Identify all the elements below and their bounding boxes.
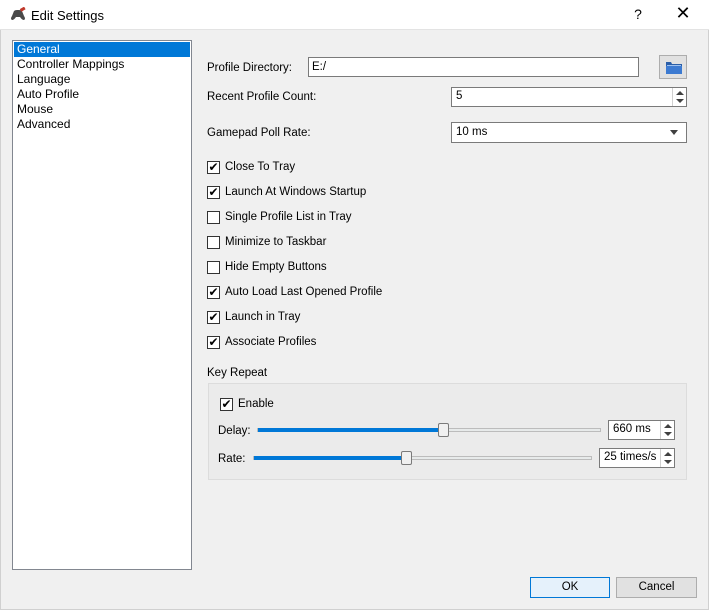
rate-slider-handle[interactable]	[401, 451, 412, 465]
spin-down-icon[interactable]	[664, 432, 672, 436]
spin-up-icon[interactable]	[664, 452, 672, 456]
gamepad-poll-rate-value: 10 ms	[456, 126, 488, 138]
browse-folder-button[interactable]	[659, 55, 687, 79]
checkbox-box[interactable]: ✔	[207, 286, 220, 299]
recent-profile-count-label: Recent Profile Count:	[207, 91, 317, 103]
checkbox-box[interactable]: ✔	[207, 186, 220, 199]
checkbox-box[interactable]	[207, 236, 220, 249]
recent-profile-count-spinbox[interactable]: 5	[451, 87, 687, 107]
spin-down-icon[interactable]	[664, 460, 672, 464]
checkbox-box[interactable]: ✔	[207, 161, 220, 174]
checkbox-label: Close To Tray	[225, 161, 296, 173]
delay-slider-handle[interactable]	[438, 423, 449, 437]
nav-item-mouse[interactable]: Mouse	[14, 102, 190, 117]
ok-button[interactable]: OK	[530, 577, 610, 598]
gamepad-poll-rate-label: Gamepad Poll Rate:	[207, 127, 311, 139]
checkbox-label: Enable	[238, 398, 274, 410]
rate-slider-track[interactable]	[253, 456, 592, 460]
key-repeat-group-title: Key Repeat	[207, 367, 268, 379]
delay-label: Delay:	[218, 425, 251, 437]
delay-value: 660 ms	[613, 423, 651, 435]
gamepad-poll-rate-select[interactable]: 10 ms	[451, 122, 687, 143]
checkbox-label: Auto Load Last Opened Profile	[225, 286, 383, 298]
settings-category-list[interactable]: General Controller Mappings Language Aut…	[12, 40, 192, 570]
spin-arrows[interactable]	[660, 421, 674, 439]
checkbox-box[interactable]	[207, 211, 220, 224]
spin-up-icon[interactable]	[664, 424, 672, 428]
spin-down-icon[interactable]	[676, 99, 684, 103]
help-button[interactable]: ?	[628, 6, 648, 24]
recent-profile-count-value: 5	[456, 90, 463, 102]
profile-directory-input[interactable]: E:/	[308, 57, 639, 77]
title-bar: Edit Settings ? ✕	[0, 0, 709, 30]
checkbox-label: Single Profile List in Tray	[225, 211, 352, 223]
rate-value: 25 times/s	[604, 451, 657, 463]
checkbox-label: Hide Empty Buttons	[225, 261, 327, 273]
checkbox-box[interactable]	[207, 261, 220, 274]
delay-slider-fill	[258, 428, 444, 432]
spin-up-icon[interactable]	[676, 91, 684, 95]
nav-item-general[interactable]: General	[14, 42, 190, 57]
nav-item-advanced[interactable]: Advanced	[14, 117, 190, 132]
delay-spinbox[interactable]: 660 ms	[608, 420, 675, 440]
rate-spinbox[interactable]: 25 times/s	[599, 448, 675, 468]
close-button[interactable]: ✕	[672, 4, 694, 24]
chevron-down-icon	[670, 130, 678, 135]
rate-slider-fill	[254, 456, 407, 460]
checkbox-box[interactable]: ✔	[220, 398, 233, 411]
nav-item-language[interactable]: Language	[14, 72, 190, 87]
spin-arrows[interactable]	[660, 449, 674, 467]
checkbox-box[interactable]: ✔	[207, 311, 220, 324]
checkbox-box[interactable]: ✔	[207, 336, 220, 349]
spin-arrows[interactable]	[672, 88, 686, 106]
delay-slider-track[interactable]	[257, 428, 601, 432]
folder-icon	[666, 62, 682, 74]
profile-directory-label: Profile Directory:	[207, 62, 292, 74]
nav-item-controller-mappings[interactable]: Controller Mappings	[14, 57, 190, 72]
checkbox-label: Launch in Tray	[225, 311, 301, 323]
rate-label: Rate:	[218, 453, 246, 465]
cancel-button[interactable]: Cancel	[616, 577, 697, 598]
checkbox-label: Minimize to Taskbar	[225, 236, 327, 248]
checkbox-label: Associate Profiles	[225, 336, 317, 348]
nav-item-auto-profile[interactable]: Auto Profile	[14, 87, 190, 102]
checkbox-label: Launch At Windows Startup	[225, 186, 367, 198]
window-title: Edit Settings	[31, 8, 104, 23]
gamepad-icon	[9, 6, 27, 21]
